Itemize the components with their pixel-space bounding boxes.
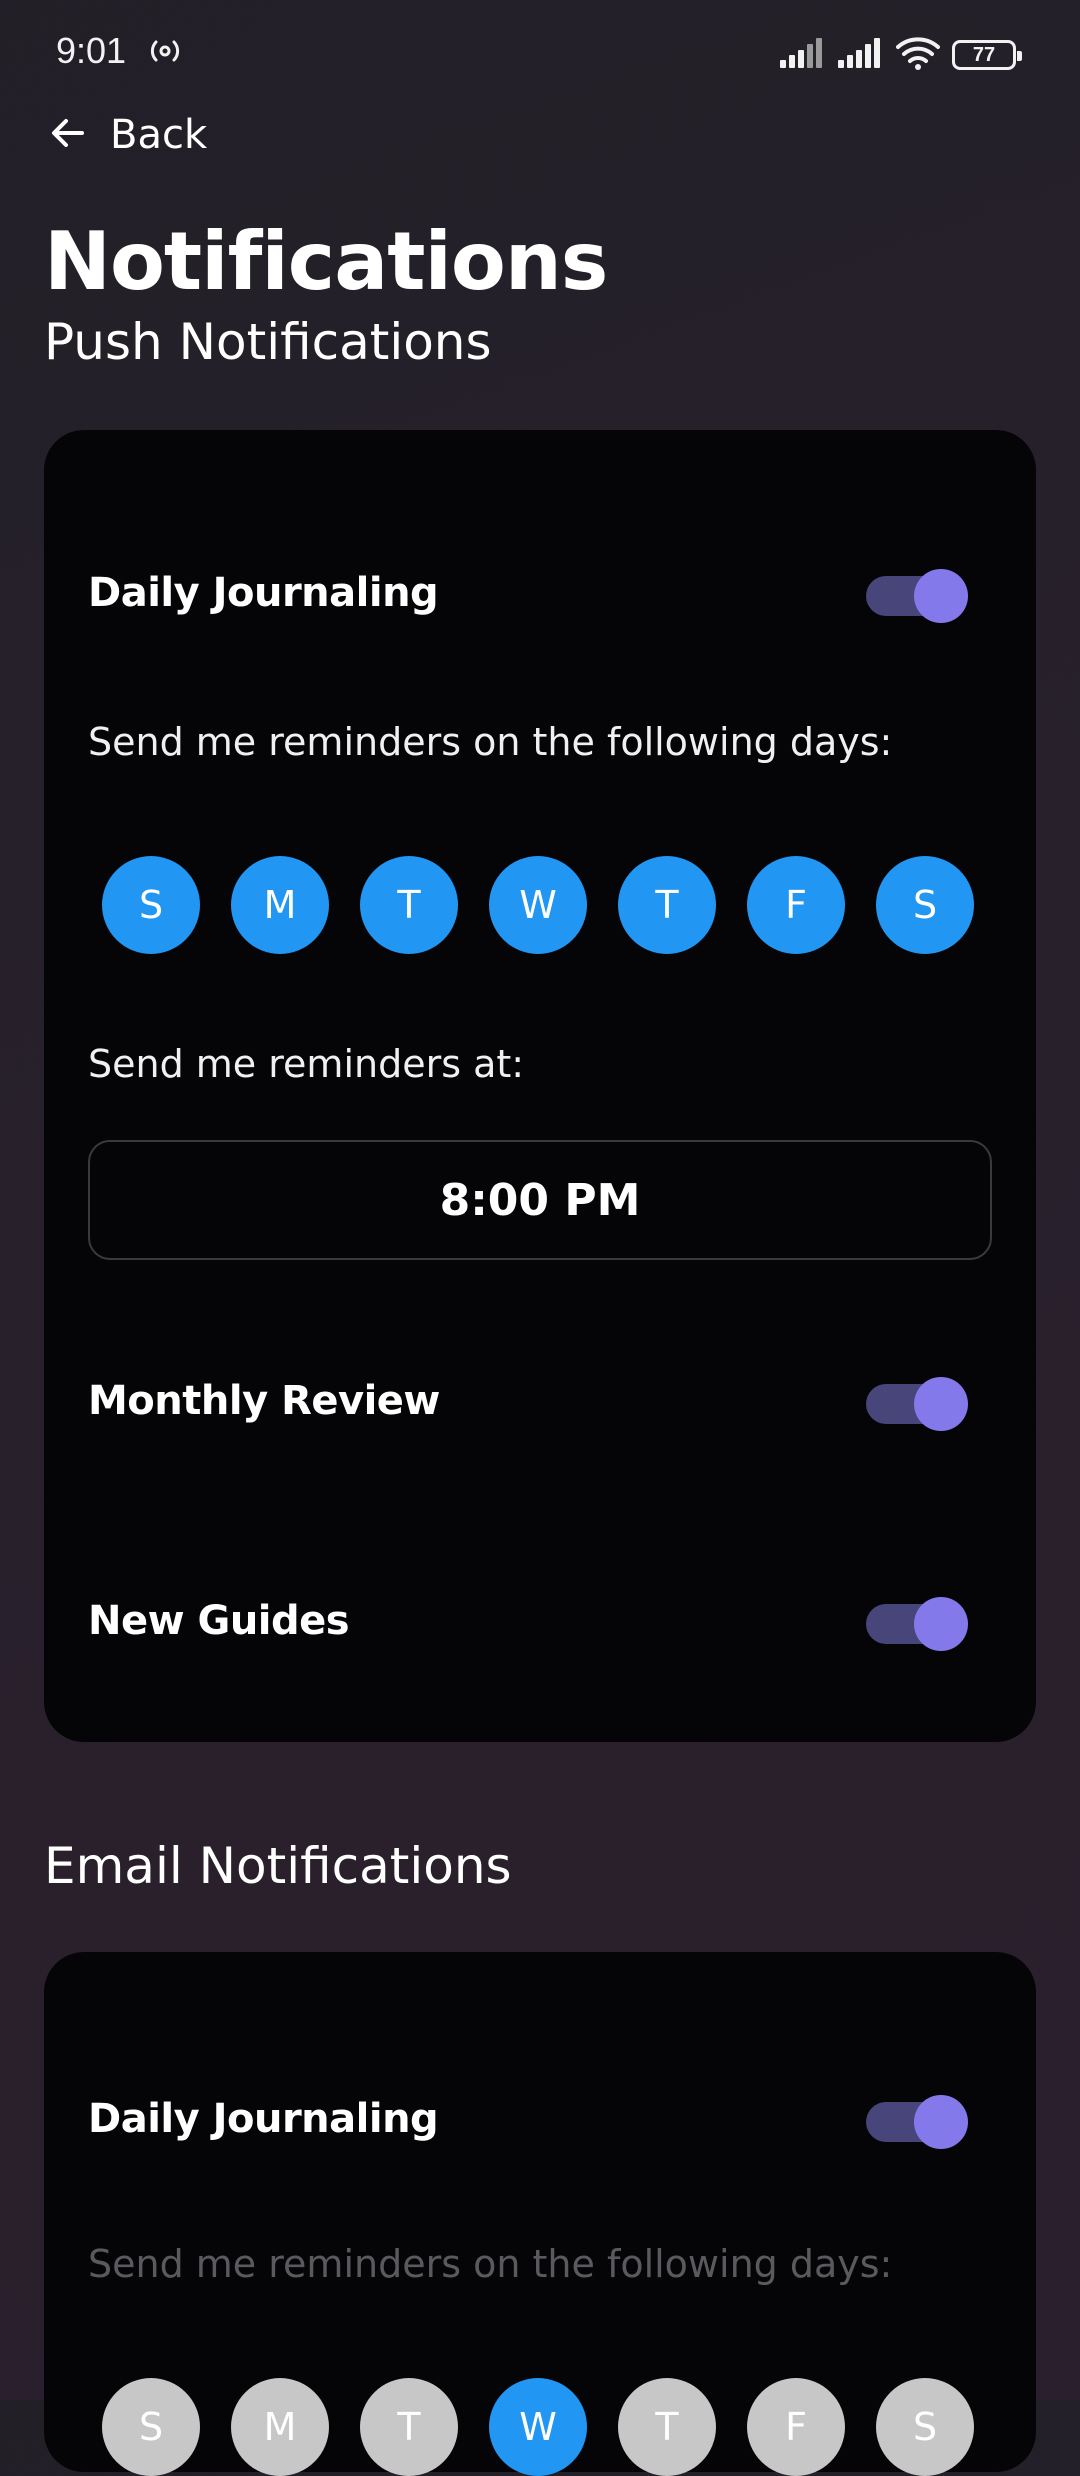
push-daily-journaling-toggle[interactable] bbox=[866, 566, 968, 626]
push-days-prompt: Send me reminders on the following days: bbox=[88, 720, 893, 764]
reminder-time-picker[interactable]: 8:00 PM bbox=[88, 1140, 992, 1260]
email-days-prompt: Send me reminders on the following days: bbox=[88, 2242, 893, 2286]
day-button[interactable]: S bbox=[876, 856, 974, 954]
email-day-selector: S M T W T F S bbox=[102, 2378, 1022, 2476]
day-button[interactable]: M bbox=[231, 2378, 329, 2476]
email-section-title: Email Notifications bbox=[44, 1837, 512, 1895]
back-label: Back bbox=[110, 112, 208, 158]
hotspot-icon bbox=[148, 36, 182, 66]
page-title: Notifications bbox=[44, 215, 608, 308]
cellular-signal-icon bbox=[838, 38, 884, 72]
day-button[interactable]: W bbox=[489, 2378, 587, 2476]
push-time-prompt: Send me reminders at: bbox=[88, 1042, 525, 1086]
day-button[interactable]: M bbox=[231, 856, 329, 954]
push-section-title: Push Notifications bbox=[44, 313, 492, 371]
new-guides-label: New Guides bbox=[88, 1598, 350, 1644]
status-bar: 9:01 77 bbox=[0, 0, 1080, 100]
cellular-signal-icon bbox=[780, 38, 826, 72]
push-daily-journaling-label: Daily Journaling bbox=[88, 570, 439, 616]
battery-icon: 77 bbox=[952, 40, 1022, 70]
day-button[interactable]: S bbox=[102, 2378, 200, 2476]
day-button[interactable]: T bbox=[618, 2378, 716, 2476]
back-button[interactable]: Back bbox=[48, 105, 207, 165]
status-time: 9:01 bbox=[56, 30, 127, 71]
status-icons: 77 bbox=[780, 36, 1022, 74]
day-button[interactable]: T bbox=[360, 2378, 458, 2476]
email-daily-journaling-toggle[interactable] bbox=[866, 2092, 968, 2152]
monthly-review-toggle[interactable] bbox=[866, 1374, 968, 1434]
day-button[interactable]: F bbox=[747, 2378, 845, 2476]
arrow-left-icon bbox=[48, 113, 88, 157]
battery-level: 77 bbox=[972, 44, 996, 66]
new-guides-toggle[interactable] bbox=[866, 1594, 968, 1654]
monthly-review-label: Monthly Review bbox=[88, 1378, 440, 1424]
email-daily-journaling-label: Daily Journaling bbox=[88, 2096, 439, 2142]
email-notifications-card: Daily Journaling Send me reminders on th… bbox=[44, 1952, 1036, 2476]
day-button[interactable]: T bbox=[618, 856, 716, 954]
day-button[interactable]: W bbox=[489, 856, 587, 954]
wifi-icon bbox=[896, 36, 940, 74]
day-button[interactable]: F bbox=[747, 856, 845, 954]
push-day-selector: S M T W T F S bbox=[102, 856, 1022, 954]
push-notifications-card: Daily Journaling Send me reminders on th… bbox=[44, 430, 1036, 1742]
day-button[interactable]: S bbox=[876, 2378, 974, 2476]
day-button[interactable]: T bbox=[360, 856, 458, 954]
day-button[interactable]: S bbox=[102, 856, 200, 954]
